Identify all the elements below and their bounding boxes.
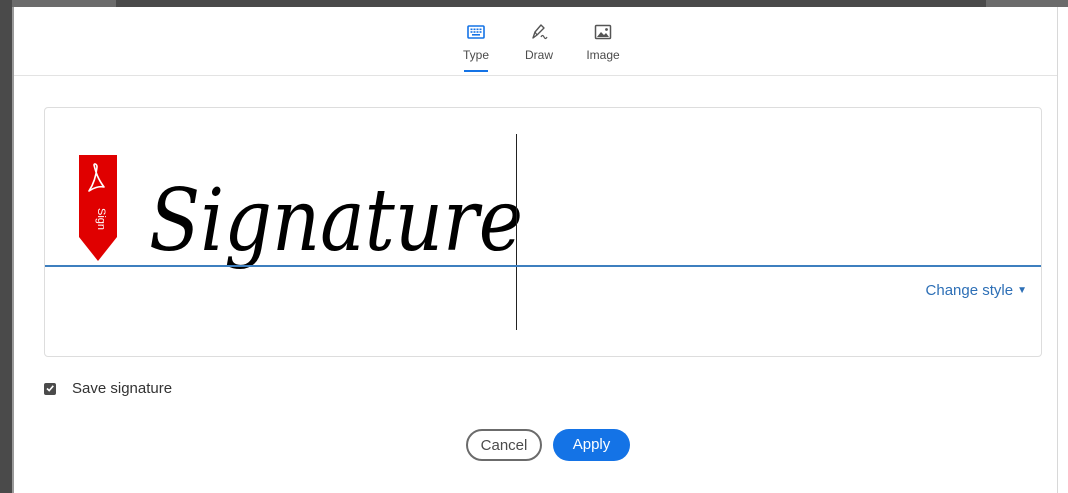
checkmark-icon <box>46 385 54 392</box>
signature-text: Signature <box>149 171 523 271</box>
tab-draw[interactable]: Draw <box>509 22 569 74</box>
sign-here-flag: Sign <box>79 155 117 261</box>
tab-type[interactable]: Type <box>446 22 506 74</box>
caret-down-icon: ▼ <box>1017 285 1027 296</box>
save-signature-checkbox[interactable] <box>44 383 56 395</box>
window-frame-right <box>1057 7 1068 493</box>
tab-active-indicator <box>464 70 488 72</box>
apply-button[interactable]: Apply <box>553 429 630 461</box>
tab-image[interactable]: Image <box>573 22 633 74</box>
window-frame-top-bar <box>116 0 986 7</box>
signature-canvas[interactable]: Sign Signature Change style ▼ <box>44 107 1042 357</box>
sign-flag-label: Sign <box>95 208 107 230</box>
change-style-label: Change style <box>925 282 1014 299</box>
text-cursor <box>516 134 517 330</box>
keyboard-icon <box>467 25 485 39</box>
image-icon <box>594 24 612 40</box>
tab-draw-label: Draw <box>524 48 553 62</box>
cancel-button[interactable]: Cancel <box>466 429 542 461</box>
pen-draw-icon <box>532 24 548 40</box>
signature-mode-tabs: Type Draw Image <box>14 7 1057 76</box>
tab-image-label: Image <box>586 48 620 62</box>
window-frame-top-right <box>986 0 1068 7</box>
window-frame-left <box>0 0 12 493</box>
signature-dialog: Type Draw Image Sign Signature Change st… <box>14 7 1057 493</box>
window-frame-top-left <box>0 0 116 7</box>
signature-typed-text: Signature <box>149 171 523 271</box>
signature-baseline <box>45 265 1041 267</box>
tab-type-label: Type <box>462 48 489 62</box>
save-signature-label: Save signature <box>72 380 173 397</box>
change-style-dropdown[interactable]: Change style ▼ <box>926 282 1027 299</box>
